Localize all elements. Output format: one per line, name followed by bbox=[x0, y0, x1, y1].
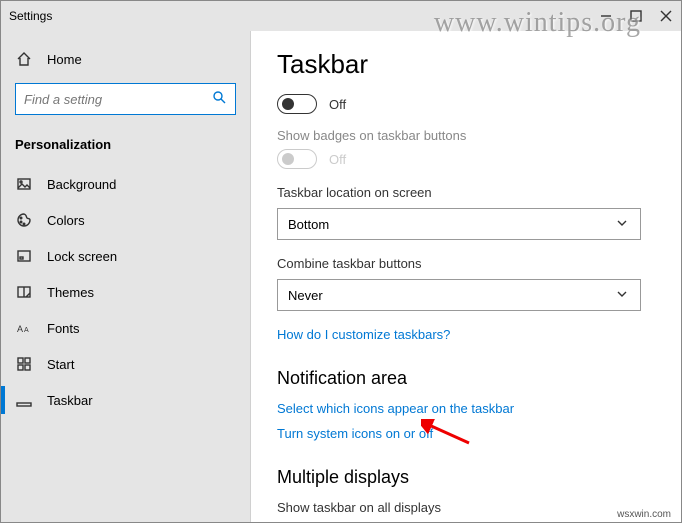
home-icon bbox=[15, 50, 33, 68]
sidebar-item-label: Fonts bbox=[47, 321, 80, 336]
combine-dropdown[interactable]: Never bbox=[277, 279, 641, 311]
sidebar-item-label: Taskbar bbox=[47, 393, 93, 408]
close-button[interactable] bbox=[651, 1, 681, 31]
search-input[interactable] bbox=[15, 83, 236, 115]
multiple-sublabel: Show taskbar on all displays bbox=[277, 500, 655, 515]
palette-icon bbox=[15, 211, 33, 229]
themes-icon bbox=[15, 283, 33, 301]
search-field[interactable] bbox=[24, 92, 211, 107]
taskbar-icon bbox=[15, 391, 33, 409]
sidebar-item-label: Lock screen bbox=[47, 249, 117, 264]
start-icon bbox=[15, 355, 33, 373]
chevron-down-icon bbox=[614, 215, 630, 234]
sidebar-item-lockscreen[interactable]: Lock screen bbox=[1, 238, 250, 274]
badges-label: Show badges on taskbar buttons bbox=[277, 128, 655, 143]
chevron-down-icon bbox=[614, 286, 630, 305]
multiple-displays-heading: Multiple displays bbox=[277, 467, 655, 488]
sidebar-section-heading: Personalization bbox=[1, 127, 250, 166]
sidebar-item-fonts[interactable]: AA Fonts bbox=[1, 310, 250, 346]
system-icons-link[interactable]: Turn system icons on or off bbox=[277, 426, 655, 441]
select-icons-link[interactable]: Select which icons appear on the taskbar bbox=[277, 401, 655, 416]
svg-text:A: A bbox=[24, 327, 29, 334]
search-icon bbox=[211, 89, 227, 110]
combine-label: Combine taskbar buttons bbox=[277, 256, 655, 271]
picture-icon bbox=[15, 175, 33, 193]
watermark-source: wsxwin.com bbox=[617, 509, 671, 520]
sidebar-item-label: Themes bbox=[47, 285, 94, 300]
location-dropdown[interactable]: Bottom bbox=[277, 208, 641, 240]
sidebar-item-taskbar[interactable]: Taskbar bbox=[1, 382, 250, 418]
badges-toggle-state: Off bbox=[329, 152, 346, 167]
watermark-url: www.wintips.org bbox=[434, 7, 641, 39]
location-label: Taskbar location on screen bbox=[277, 185, 655, 200]
badges-toggle bbox=[277, 149, 317, 169]
toggle-state-label: Off bbox=[329, 97, 346, 112]
sidebar-item-themes[interactable]: Themes bbox=[1, 274, 250, 310]
sidebar-item-label: Start bbox=[47, 357, 74, 372]
sidebar-item-label: Colors bbox=[47, 213, 85, 228]
main-content: Taskbar Off Show badges on taskbar butto… bbox=[251, 31, 681, 522]
toggle-switch[interactable] bbox=[277, 94, 317, 114]
customize-link[interactable]: How do I customize taskbars? bbox=[277, 327, 655, 342]
sidebar: Home Personalization Background Colors bbox=[1, 31, 251, 522]
sidebar-item-colors[interactable]: Colors bbox=[1, 202, 250, 238]
sidebar-home-label: Home bbox=[47, 52, 82, 67]
lockscreen-icon bbox=[15, 247, 33, 265]
sidebar-item-background[interactable]: Background bbox=[1, 166, 250, 202]
fonts-icon: AA bbox=[15, 319, 33, 337]
combine-value: Never bbox=[288, 288, 323, 303]
svg-text:A: A bbox=[17, 324, 23, 334]
sidebar-item-start[interactable]: Start bbox=[1, 346, 250, 382]
page-title: Taskbar bbox=[277, 49, 655, 80]
location-value: Bottom bbox=[288, 217, 329, 232]
sidebar-home[interactable]: Home bbox=[1, 41, 250, 77]
sidebar-item-label: Background bbox=[47, 177, 116, 192]
notification-heading: Notification area bbox=[277, 368, 655, 389]
window-title: Settings bbox=[9, 9, 52, 23]
